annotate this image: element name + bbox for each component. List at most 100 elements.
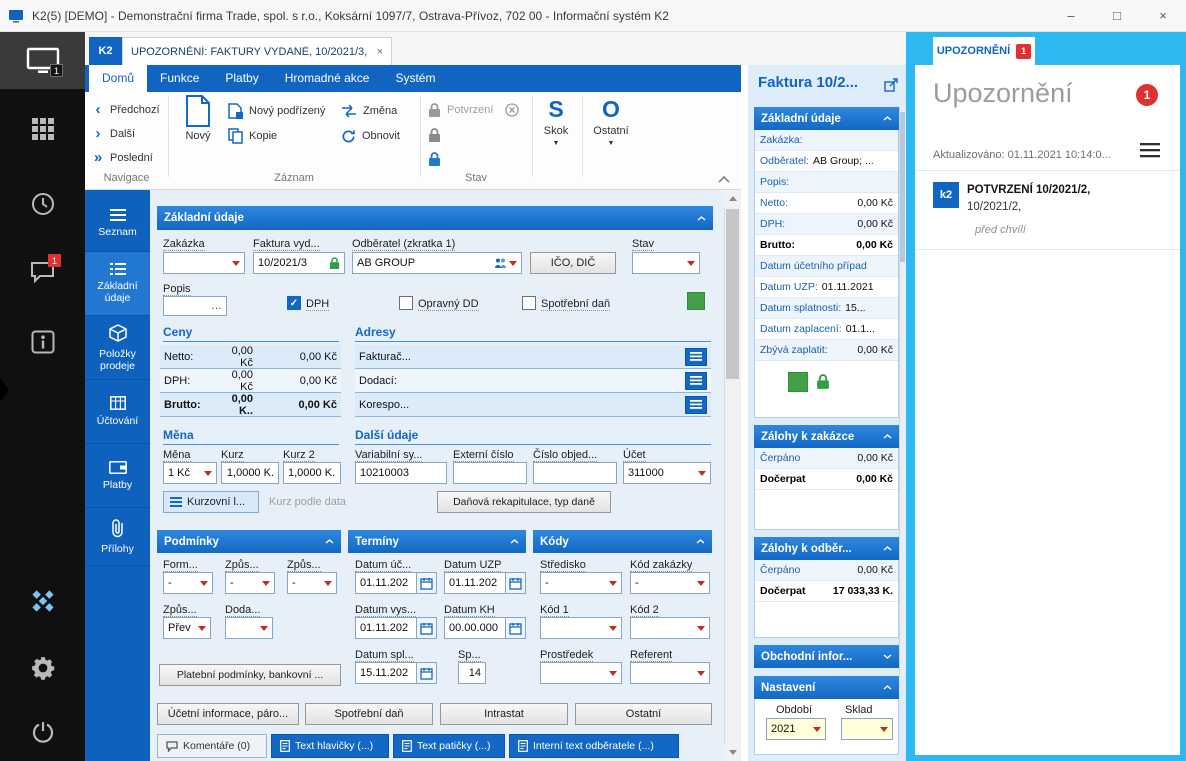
dropdown-arrow-icon[interactable] bbox=[880, 726, 888, 732]
dropdown-arrow-icon[interactable] bbox=[609, 580, 617, 586]
preview-section-nastaveni[interactable]: Nastavení bbox=[754, 676, 899, 699]
dropdown-arrow-icon[interactable] bbox=[262, 580, 270, 586]
zpusob-dopravy-label[interactable]: Způs... bbox=[287, 559, 321, 572]
spotrebni-dan-label[interactable]: Spotřební daň bbox=[541, 298, 611, 311]
preview-section-zalohy-zakazce[interactable]: Zálohy k zakázce bbox=[754, 425, 899, 448]
refresh-button[interactable]: Obnovit bbox=[341, 126, 400, 146]
datum-splatnosti-field[interactable]: 15.11.202 bbox=[355, 662, 417, 684]
datum-uzp-field[interactable]: 01.11.202 bbox=[444, 572, 506, 594]
dropdown-arrow-icon[interactable] bbox=[697, 670, 705, 676]
datum-kh-field[interactable]: 00.00.000 bbox=[444, 617, 506, 639]
obdobi-combo[interactable]: 2021 bbox=[766, 718, 826, 740]
close-button[interactable]: × bbox=[1140, 0, 1186, 32]
datum-uzp-label[interactable]: Datum UZP bbox=[444, 559, 502, 572]
datum-vystaveni-label[interactable]: Datum vys... bbox=[355, 604, 417, 617]
kod1-label[interactable]: Kód 1 bbox=[540, 604, 569, 617]
ellipsis-button[interactable]: … bbox=[211, 300, 222, 312]
zpusob-uhrady-label[interactable]: Způs... bbox=[225, 559, 259, 572]
popis-field[interactable]: … bbox=[163, 296, 227, 316]
previous-record-button[interactable]: ‹ Předchozí bbox=[92, 100, 160, 120]
zpusob-odberu-label[interactable]: Způs... bbox=[163, 604, 197, 617]
kurz-podle-data-button[interactable]: Kurz podle data bbox=[263, 491, 352, 513]
splatnost-dny-field[interactable]: 14 bbox=[458, 662, 486, 684]
popis-label[interactable]: Popis bbox=[163, 283, 191, 296]
preview-section-zalohy-odberateli[interactable]: Zálohy k odběr... bbox=[754, 537, 899, 560]
externi-cislo-label[interactable]: Externí číslo bbox=[453, 449, 514, 462]
stredisko-label[interactable]: Středisko bbox=[540, 559, 586, 572]
dropdown-arrow-icon[interactable] bbox=[204, 470, 212, 476]
variabilni-symbol-label[interactable]: Variabilní sy... bbox=[355, 449, 423, 462]
menu-functions[interactable]: Funkce bbox=[147, 65, 212, 92]
danova-rekapitulace-button[interactable]: Daňová rekapitulace, typ daně bbox=[437, 491, 611, 513]
nav-tab-uctovani[interactable]: Účtování bbox=[85, 380, 150, 444]
odberatel-field[interactable]: AB GROUP bbox=[352, 252, 522, 274]
nav-tab-platby[interactable]: Platby bbox=[85, 444, 150, 508]
prostredek-label[interactable]: Prostředek bbox=[540, 649, 594, 662]
dodaci-podminky-label[interactable]: Doda... bbox=[225, 604, 261, 617]
sidebar-item-info[interactable] bbox=[0, 330, 85, 356]
tab-document[interactable]: UPOZORNĚNÍ: FAKTURY VYDANÉ, 10/2021/3, × bbox=[122, 37, 392, 65]
zakazka-label[interactable]: Zakázka bbox=[163, 238, 205, 251]
lock-blue-button[interactable] bbox=[428, 149, 441, 169]
change-record-button[interactable]: Změna bbox=[341, 101, 397, 121]
dropdown-arrow-icon[interactable] bbox=[324, 580, 332, 586]
menu-home[interactable]: Domů bbox=[89, 65, 148, 92]
address-menu-button[interactable] bbox=[685, 347, 707, 366]
notifications-menu-icon[interactable] bbox=[1140, 143, 1160, 158]
other-actions-button[interactable]: O Ostatní ▼ bbox=[584, 96, 638, 148]
calendar-icon[interactable] bbox=[417, 572, 437, 594]
dph-label[interactable]: DPH bbox=[306, 298, 330, 311]
kod2-combo[interactable] bbox=[630, 617, 710, 639]
stredisko-combo[interactable]: - bbox=[540, 572, 622, 594]
maximize-button[interactable]: □ bbox=[1094, 0, 1140, 32]
faktura-field[interactable]: 10/2021/3 bbox=[253, 252, 345, 274]
tab-close-icon[interactable]: × bbox=[377, 46, 383, 58]
dropdown-arrow-icon[interactable] bbox=[200, 580, 208, 586]
calendar-icon[interactable] bbox=[506, 617, 526, 639]
dropdown-arrow-icon[interactable] bbox=[509, 260, 517, 266]
platebni-podminky-button[interactable]: Platební podmínky, bankovní ... bbox=[159, 664, 341, 686]
externi-cislo-field[interactable] bbox=[453, 462, 527, 484]
new-child-record-button[interactable]: Nový podřízený bbox=[228, 101, 325, 121]
preview-section-zakladni[interactable]: Základní údaje bbox=[754, 107, 899, 130]
next-record-button[interactable]: › Další bbox=[92, 124, 136, 144]
ribbon-collapse-button[interactable] bbox=[718, 176, 730, 183]
address-menu-button[interactable] bbox=[685, 371, 707, 390]
preview-section-obchodni[interactable]: Obchodní infor... bbox=[754, 645, 899, 668]
tab-text-hlavicky[interactable]: Text hlavičky (...) bbox=[271, 734, 389, 758]
calendar-icon[interactable] bbox=[417, 617, 437, 639]
menu-system[interactable]: Systém bbox=[382, 65, 448, 92]
section-header-terminy[interactable]: Termíny bbox=[348, 530, 526, 553]
minimize-button[interactable]: – bbox=[1048, 0, 1094, 32]
lock-gray-button[interactable] bbox=[428, 125, 441, 145]
scroll-up-button[interactable] bbox=[724, 190, 741, 207]
sidebar-item-power[interactable] bbox=[0, 720, 85, 746]
menu-bulk-actions[interactable]: Hromadné akce bbox=[272, 65, 383, 92]
datum-uctovani-field[interactable]: 01.11.202 bbox=[355, 572, 417, 594]
zpusob-odberu-combo[interactable]: Přev bbox=[163, 617, 211, 639]
calendar-icon[interactable] bbox=[506, 572, 526, 594]
kurz-label[interactable]: Kurz bbox=[221, 449, 244, 462]
last-record-button[interactable]: » Poslední bbox=[92, 148, 153, 168]
copy-record-button[interactable]: Kopie bbox=[228, 126, 277, 146]
partner-icon[interactable] bbox=[494, 257, 506, 269]
ucet-label[interactable]: Účet bbox=[623, 449, 646, 462]
dropdown-arrow-icon[interactable] bbox=[198, 625, 206, 631]
sidebar-item-desktop[interactable]: 1 bbox=[0, 32, 85, 89]
intrastat-button[interactable]: Intrastat bbox=[440, 703, 568, 725]
prostredek-combo[interactable] bbox=[540, 662, 622, 684]
open-external-icon[interactable] bbox=[884, 78, 898, 92]
dropdown-arrow-icon[interactable] bbox=[698, 470, 706, 476]
dodaci-podminky-combo[interactable] bbox=[225, 617, 273, 639]
tab-text-paticky[interactable]: Text patičky (...) bbox=[393, 734, 505, 758]
sklad-combo[interactable] bbox=[841, 718, 893, 740]
nav-tab-prilohy[interactable]: Přílohy bbox=[85, 508, 150, 566]
zpusob-dopravy-combo[interactable]: - bbox=[287, 572, 337, 594]
spotrebni-dan-checkbox[interactable] bbox=[522, 296, 536, 310]
dph-checkbox[interactable]: ✓ bbox=[287, 296, 301, 310]
confirm-button[interactable]: Potvrzení bbox=[428, 100, 520, 120]
sidebar-item-assistant[interactable] bbox=[0, 588, 85, 614]
forma-uhrady-label[interactable]: Form... bbox=[163, 559, 198, 572]
mena-label[interactable]: Měna bbox=[163, 449, 191, 462]
sidebar-item-messages[interactable]: 1 bbox=[0, 254, 85, 286]
